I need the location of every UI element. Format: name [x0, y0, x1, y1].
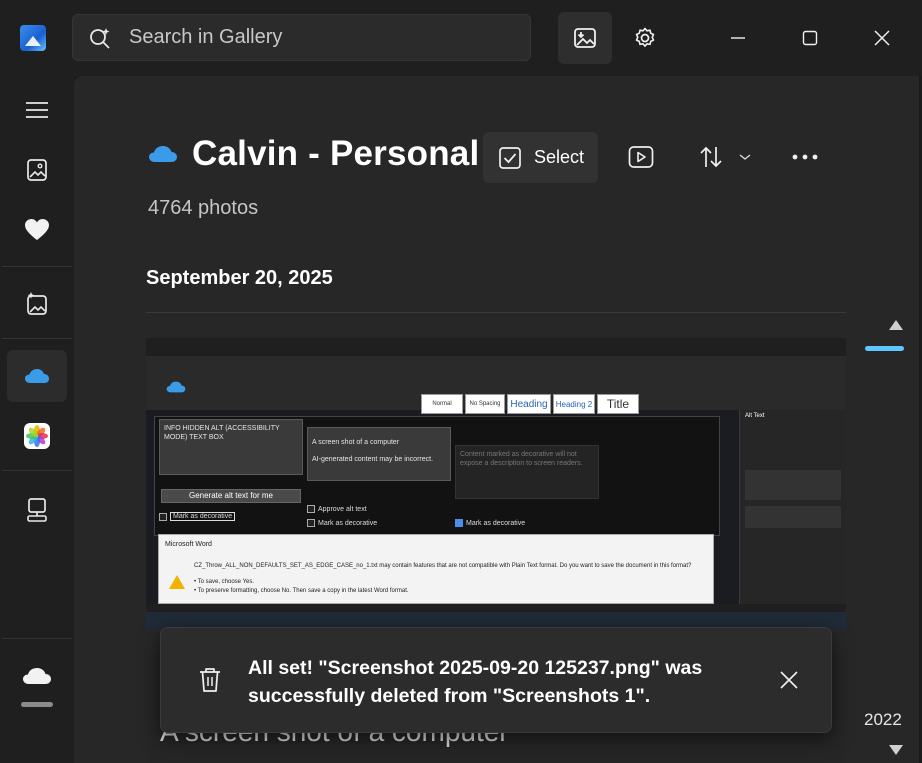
album-header: Calvin - Personal	[148, 134, 479, 174]
cloud-icon	[23, 668, 51, 684]
word-statusbar	[146, 604, 846, 612]
pc-folders-icon	[27, 498, 47, 522]
nav-gallery[interactable]	[7, 144, 67, 196]
select-label: Select	[534, 147, 585, 167]
date-divider	[146, 312, 846, 313]
sidebar-divider	[2, 266, 72, 267]
visual-search-icon	[90, 27, 110, 49]
nav-onedrive[interactable]	[7, 350, 67, 402]
alt-text-pane: Alt Text	[739, 410, 846, 606]
generate-alt-button: Generate alt text for me	[161, 489, 301, 503]
nav-cloud-storage[interactable]	[7, 650, 67, 702]
style-no-spacing: No Spacing	[465, 394, 505, 414]
page-title: Calvin - Personal	[192, 134, 480, 173]
scroll-down-arrow[interactable]	[889, 745, 903, 755]
sort-arrows-icon	[700, 146, 722, 168]
approve-checkbox: Approve alt text	[307, 505, 367, 513]
search-box[interactable]: Search in Gallery	[72, 14, 531, 61]
maximize-icon	[802, 30, 818, 46]
close-window-button[interactable]	[862, 20, 902, 56]
style-normal: Normal	[421, 394, 463, 414]
timeline-scroll-thumb[interactable]	[865, 346, 904, 351]
timeline-year[interactable]: 2022	[864, 710, 902, 730]
warning-icon	[169, 575, 185, 589]
sidebar-divider	[2, 638, 72, 639]
style-heading-2: Heading 2	[553, 394, 595, 414]
close-icon	[874, 30, 890, 46]
photo-thumbnail[interactable]: Normal No Spacing Heading Heading 2 Titl…	[146, 338, 846, 630]
minimize-button[interactable]	[718, 20, 758, 56]
word-ribbon: Normal No Spacing Heading Heading 2 Titl…	[146, 356, 846, 414]
onedrive-icon	[25, 369, 49, 383]
image-import-icon	[574, 28, 596, 48]
alt-text-box-3: Content marked as decorative will not ex…	[455, 445, 599, 499]
scroll-up-arrow[interactable]	[889, 320, 903, 330]
slideshow-button[interactable]	[626, 139, 656, 175]
sidebar-divider	[2, 470, 72, 471]
more-dots-icon	[792, 154, 818, 160]
onedrive-icon	[166, 381, 186, 393]
gear-icon	[635, 27, 655, 47]
trash-icon	[200, 668, 220, 692]
checkbox-icon	[499, 146, 521, 169]
word-save-dialog: Microsoft Word CZ_Throw_ALL_NON_DEFAULTS…	[158, 534, 714, 604]
style-heading: Heading	[507, 394, 551, 414]
search-input[interactable]: Search in Gallery	[129, 26, 282, 49]
delete-toast-notification: All set! "Screenshot 2025-09-20 125237.p…	[160, 627, 832, 733]
maximize-button[interactable]	[790, 20, 830, 56]
nav-icloud-photos[interactable]	[7, 410, 67, 462]
alt-text-box: INFO HIDDEN ALT (ACCESSIBILITY MODE) TEX…	[159, 419, 303, 475]
title-bar: Search in Gallery	[0, 0, 922, 76]
slideshow-play-icon	[628, 146, 654, 168]
settings-button[interactable]	[618, 12, 672, 64]
word-document-area: INFO HIDDEN ALT (ACCESSIBILITY MODE) TEX…	[154, 416, 720, 536]
toast-message: All set! "Screenshot 2025-09-20 125237.p…	[248, 657, 703, 707]
more-options-button[interactable]	[790, 139, 820, 175]
decorative-checkbox: Mark as decorative	[159, 512, 236, 521]
select-button[interactable]: Select	[483, 132, 598, 183]
onedrive-icon	[149, 146, 177, 162]
nav-this-pc[interactable]	[7, 484, 67, 536]
sort-button[interactable]	[694, 139, 756, 175]
nav-ai-photos[interactable]	[7, 278, 67, 330]
style-title: Title	[597, 394, 639, 414]
dismiss-toast-button[interactable]	[779, 670, 799, 690]
minimize-icon	[731, 37, 745, 39]
sidebar-divider	[2, 338, 72, 339]
nav-menu-button[interactable]	[7, 84, 67, 136]
gallery-app-icon	[20, 25, 46, 51]
icloud-photos-icon	[24, 423, 50, 449]
ai-photos-icon	[27, 292, 47, 315]
alt-text-box-2: A screen shot of a computer AI-generated…	[307, 427, 451, 481]
date-group-header: September 20, 2025	[146, 267, 333, 289]
import-photos-button[interactable]	[558, 12, 612, 64]
decorative-checkbox-2: Mark as decorative	[307, 519, 377, 527]
chevron-down-icon	[739, 154, 751, 160]
storage-usage-bar	[21, 702, 53, 707]
photo-count: 4764 photos	[148, 197, 259, 219]
photos-icon	[27, 159, 47, 181]
navigation-sidebar	[0, 76, 74, 763]
word-titlebar	[146, 338, 846, 356]
hamburger-menu-icon	[26, 102, 48, 118]
decorative-checkbox-3: Mark as decorative	[455, 519, 525, 527]
favorites-heart-icon	[25, 219, 49, 240]
nav-favorites[interactable]	[7, 204, 67, 256]
